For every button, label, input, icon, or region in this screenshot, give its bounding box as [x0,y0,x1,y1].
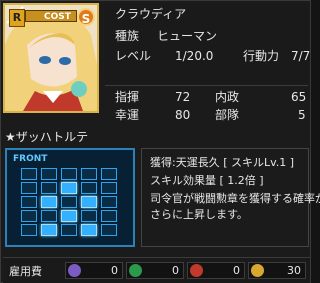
gold-coin-icon [251,264,264,277]
skill-title: ★ザッハトルテ [5,130,89,144]
luck-value: 80 [175,108,191,122]
race-value: ヒューマン [157,29,218,43]
domestic-value: 65 [291,90,307,104]
skill-line-1: 獲得:天運長久 [ スキルLv.1 ] [150,156,295,169]
resource-value: 0 [233,264,240,277]
formation-cells [21,168,119,240]
divider [105,85,308,86]
cost-label: COST [25,10,77,22]
formation-cell [41,182,57,194]
formation-cell [41,210,57,222]
formation-cell-active [61,182,77,194]
formation-cell [61,224,77,236]
units-label: 部隊 [215,108,240,122]
employment-cost-label: 雇用費 [9,265,42,278]
formation-cell [101,182,117,194]
formation-cell [21,224,37,236]
character-info: クラウディア 種族 ヒューマン レベル 1/20.0 行動力 7/7 [105,3,311,83]
formation-grid: FRONT [5,148,135,247]
formation-cell [21,210,37,222]
domestic-label: 内政 [215,90,240,104]
resource-value: 0 [111,264,118,277]
formation-cell [61,196,77,208]
character-name: クラウディア [115,7,187,21]
formation-cell [101,224,117,236]
resource-value: 30 [287,264,301,277]
formation-cell [21,168,37,180]
resource-purple: 0 [65,262,123,279]
character-card: R COST S クラウディア 種族 ヒューマン レベル 1/20.0 行動力 … [0,0,320,283]
formation-cell-active [41,196,57,208]
resource-green: 0 [126,262,184,279]
race-label: 種族 [115,29,140,43]
ap-label: 行動力 [243,49,280,63]
formation-cell [81,168,97,180]
formation-front-label: FRONT [13,154,48,164]
formation-cell [101,210,117,222]
formation-cell [81,210,97,222]
green-gem-icon [129,264,142,277]
resource-value: 0 [172,264,179,277]
red-gem-icon [190,264,203,277]
luck-label: 幸運 [115,108,140,122]
skill-description: 獲得:天運長久 [ スキルLv.1 ] スキル効果量 [ 1.2倍 ] 司令官が… [141,148,320,247]
resource-red: 0 [187,262,245,279]
resource-gold: 30 [248,262,306,279]
formation-cell-active [81,224,97,236]
skill-line-2: スキル効果量 [ 1.2倍 ] [150,174,264,187]
formation-cell [101,196,117,208]
formation-cell-active [61,210,77,222]
level-label: レベル [115,49,152,63]
employment-cost-bar: 雇用費 0 0 0 30 [3,257,310,283]
formation-cell [81,182,97,194]
command-label: 指揮 [115,90,140,104]
formation-cell [41,168,57,180]
cost-grade-badge: S [77,8,95,26]
formation-cell-active [41,224,57,236]
formation-cell [61,168,77,180]
skill-line-3: 司令官が戦闘勲章を獲得する確率が [150,192,320,205]
formation-cell [21,196,37,208]
rarity-badge: R [9,9,25,27]
stats-panel: 指揮 72 内政 65 幸運 80 部隊 5 [105,87,309,123]
purple-gem-icon [68,264,81,277]
command-value: 72 [175,90,191,104]
level-value: 1/20.0 [175,49,214,63]
character-portrait: R COST S [3,3,99,113]
formation-cell-active [81,196,97,208]
units-value: 5 [298,108,306,122]
ap-value: 7/7 [291,49,311,63]
skill-line-4: さらに上昇します。 [150,208,248,221]
formation-cell [101,168,117,180]
formation-cell [21,182,37,194]
